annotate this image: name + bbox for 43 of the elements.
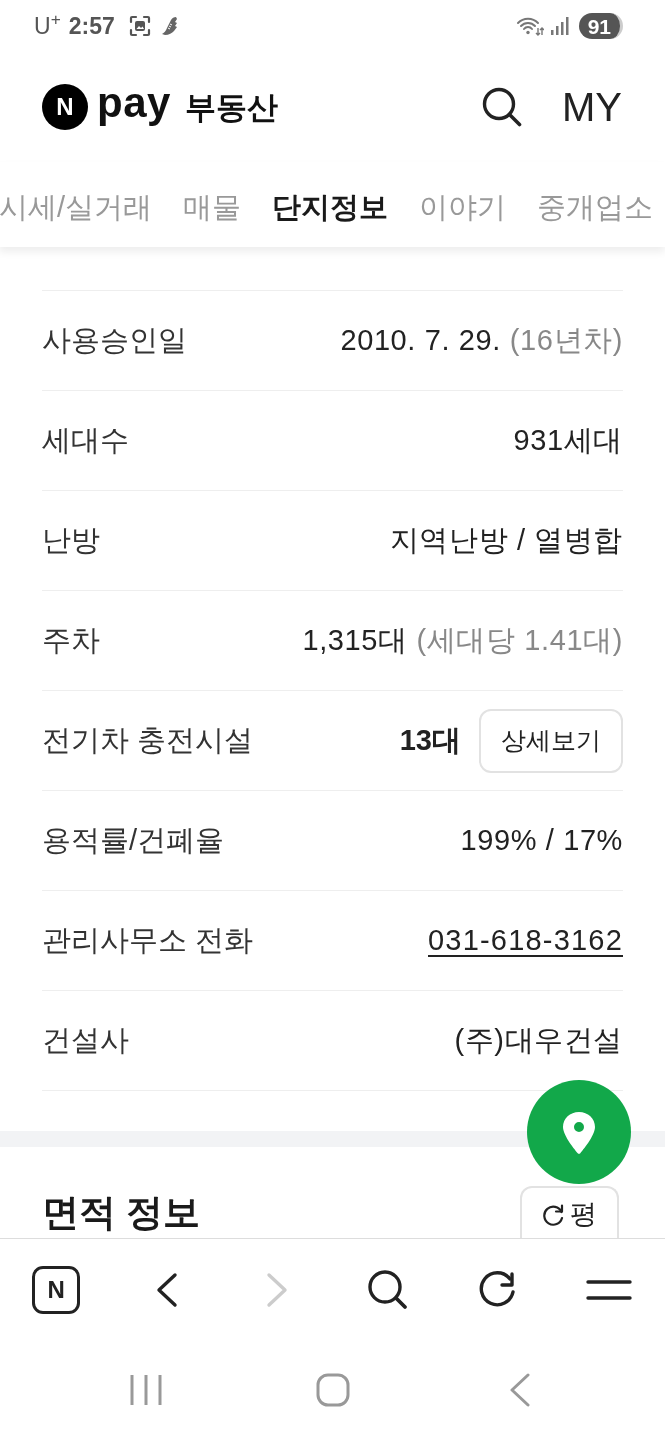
battery-indicator: 91: [578, 13, 623, 39]
wifi-icon: [515, 15, 544, 37]
home-icon[interactable]: [315, 1373, 350, 1407]
row-note: (세대당 1.41대): [416, 626, 623, 655]
row-label: 전기차 충전시설: [42, 726, 254, 755]
unit-label: 평: [570, 1201, 597, 1228]
refresh-icon: [542, 1204, 564, 1226]
unit-toggle-button[interactable]: 평: [520, 1186, 619, 1238]
row-value: 지역난방 / 열병합: [389, 526, 623, 555]
clock-time: 2:57: [68, 14, 115, 38]
row-value: 1,315대: [302, 626, 408, 655]
row-value: 13대: [399, 726, 461, 755]
search-icon: [366, 1268, 409, 1311]
signal-icon: [549, 16, 569, 36]
logo-text: pay: [97, 82, 171, 128]
row-value: (주)대우건설: [454, 1026, 623, 1055]
row-label: 용적률/건폐율: [42, 826, 225, 855]
section-title: 면적 정보: [42, 1191, 201, 1235]
row-label: 세대수: [42, 426, 129, 455]
row-label: 난방: [42, 526, 100, 555]
row-value: 931세대: [513, 426, 623, 455]
carrier-label: U$^{+}$: [34, 14, 61, 38]
row-label: 관리사무소 전화: [42, 926, 254, 955]
logo-badge: N: [42, 84, 88, 130]
row-label: 사용승인일: [42, 326, 187, 355]
row-label: 건설사: [42, 1026, 129, 1055]
row-label: 주차: [42, 626, 100, 655]
phone-link[interactable]: 031-618-3162: [428, 926, 623, 955]
row-value: 2010. 7. 29.: [340, 326, 501, 355]
row-value: 199% / 17%: [460, 826, 623, 855]
recents-icon[interactable]: [129, 1374, 162, 1406]
service-title: 부동산: [184, 91, 278, 123]
search-button[interactable]: [480, 85, 524, 129]
menu-icon: [585, 1278, 632, 1301]
back-icon[interactable]: [508, 1373, 531, 1407]
pin-icon: [561, 1110, 597, 1154]
row-note: (16년차): [509, 326, 623, 355]
screenshot-icon: [128, 15, 151, 37]
detail-button[interactable]: 상세보기: [479, 708, 623, 773]
tab[interactable]: 단지정보: [272, 193, 389, 222]
my-link[interactable]: MY: [562, 87, 622, 127]
search-icon: [481, 86, 523, 128]
home-button[interactable]: N: [32, 1265, 81, 1314]
